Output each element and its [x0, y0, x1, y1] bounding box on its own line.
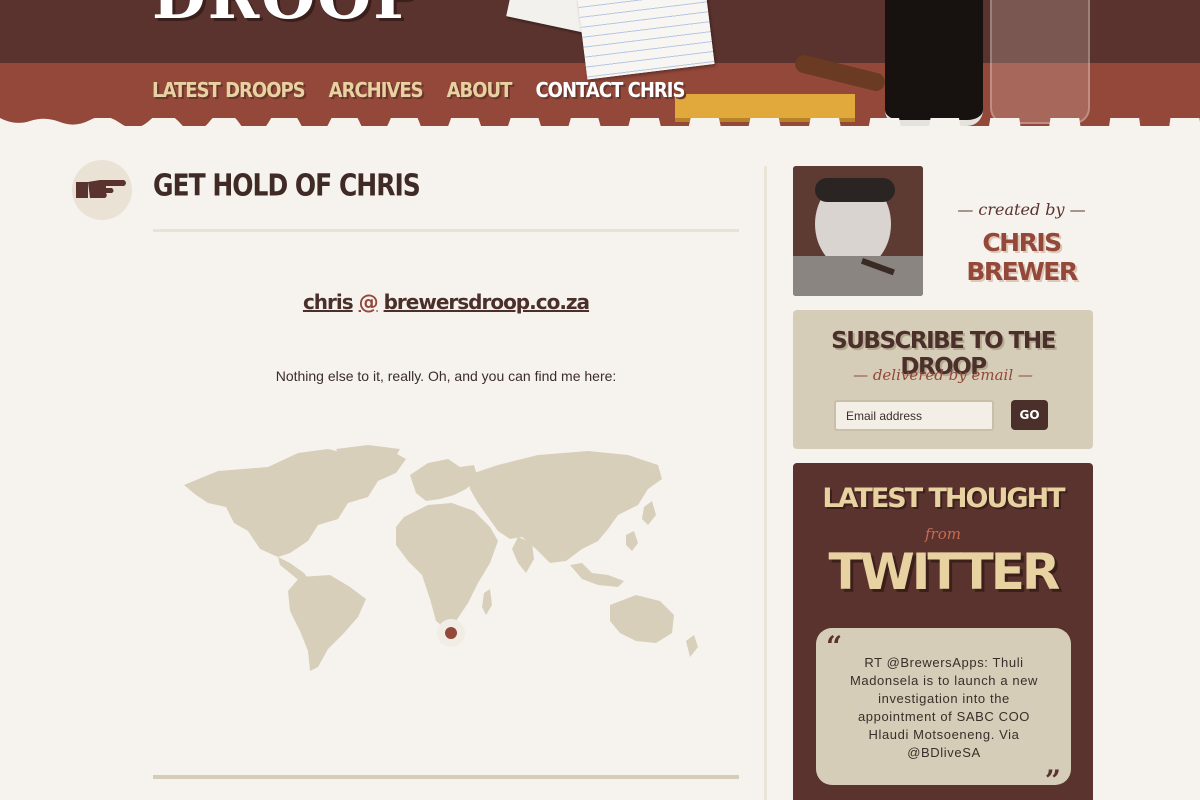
nav-archives[interactable]: ARCHIVES	[329, 78, 424, 102]
email-at-link[interactable]: @	[359, 290, 379, 314]
empty-glass-illustration	[990, 0, 1090, 124]
site-header: DROOP LATEST DROOPS ARCHIVES ABOUT CONTA…	[0, 0, 1200, 126]
tweet-text[interactable]: RT @BrewersApps: Thuli Madonsela is to l…	[840, 654, 1048, 762]
title-divider	[153, 229, 739, 232]
author-photo	[793, 166, 923, 296]
twitter-heading-main: TWITTER	[828, 543, 1061, 601]
world-map	[184, 445, 698, 671]
nav-about[interactable]: ABOUT	[447, 78, 513, 102]
tweet-bubble: “ RT @BrewersApps: Thuli Madonsela is to…	[816, 628, 1071, 797]
email-input[interactable]	[834, 400, 994, 431]
map-pin-icon	[437, 619, 465, 647]
subscribe-go-button[interactable]: GO	[1011, 400, 1048, 430]
pointing-hand-icon	[72, 160, 132, 220]
contact-email: chris @ brewersdroop.co.za	[153, 290, 739, 314]
twitter-box: LATEST THOUGHT from TWITTER “ RT @Brewer…	[793, 463, 1093, 800]
site-logo[interactable]: DROOP	[152, 0, 422, 33]
page-title: GET HOLD OF CHRIS	[153, 168, 421, 203]
twitter-heading-from: from	[925, 525, 961, 543]
torn-edge-divider	[0, 118, 1200, 126]
nav-latest-droops[interactable]: LATEST DROOPS	[152, 78, 306, 102]
contact-body-text: Nothing else to it, really. Oh, and you …	[275, 368, 617, 384]
stout-glass-illustration	[885, 0, 983, 126]
twitter-heading-top: LATEST THOUGHT	[822, 483, 1065, 514]
subscribe-box: SUBSCRIBE TO THE DROOP — delivered by em…	[793, 310, 1093, 449]
column-divider	[764, 166, 767, 800]
close-quote-icon: ”	[1044, 764, 1061, 797]
content-bottom-divider	[153, 775, 739, 779]
nav-contact-chris[interactable]: CONTACT CHRIS	[535, 78, 685, 102]
author-name[interactable]: CHRIS BREWER	[940, 228, 1103, 286]
email-user-link[interactable]: chris	[303, 290, 354, 314]
main-nav: LATEST DROOPS ARCHIVES ABOUT CONTACT CHR…	[152, 78, 685, 102]
subscribe-subtitle: — delivered by email —	[853, 366, 1033, 384]
created-by-label: — created by —	[957, 200, 1086, 219]
email-domain-link[interactable]: brewersdroop.co.za	[384, 290, 590, 314]
